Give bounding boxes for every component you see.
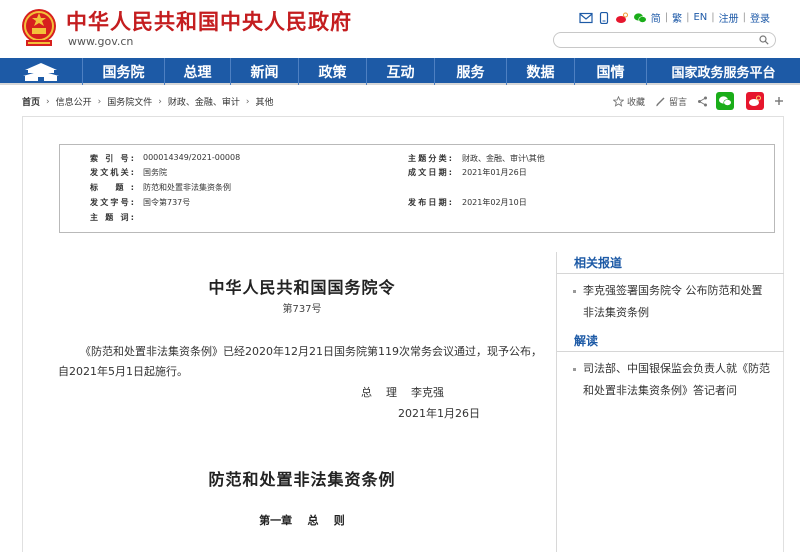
breadcrumb-home[interactable]: 首页 xyxy=(22,95,40,108)
created-date-value: 2021年01月26日 xyxy=(462,168,527,177)
national-emblem-icon[interactable] xyxy=(20,6,58,48)
doc-no-value: 国令第737号 xyxy=(143,198,191,207)
mail-icon[interactable] xyxy=(579,12,593,24)
info-row: 标 题: 防范和处置非法集资条例 xyxy=(60,182,774,196)
share-wechat-button[interactable] xyxy=(716,92,734,110)
related-reports-list: 李克强签署国务院令 公布防范和处置非法集资条例 xyxy=(557,274,784,330)
weibo-icon xyxy=(749,95,761,106)
divider: | xyxy=(711,12,715,23)
created-date-label: 成文日期: xyxy=(408,168,452,177)
top-links: 简 | 繁 | EN | 注册 | 登录 xyxy=(579,10,770,25)
mobile-icon[interactable] xyxy=(597,11,611,24)
info-row: 索 引 号: 000014349/2021-00008 主题分类: 财政、金融、… xyxy=(60,153,774,167)
interpretation-link[interactable]: 司法部、中国银保监会负责人就《防范和处置非法集资条例》答记者问 xyxy=(571,358,772,402)
lang-simplified-link[interactable]: 简 xyxy=(651,10,661,25)
comment-button[interactable]: 留言 xyxy=(655,95,687,108)
index-no-value: 000014349/2021-00008 xyxy=(143,153,241,162)
nav-item-state-council[interactable]: 国务院 xyxy=(82,58,164,85)
share-weibo-button[interactable] xyxy=(746,92,764,110)
nav-item-national-info[interactable]: 国情 xyxy=(574,58,646,85)
search-box xyxy=(553,32,776,53)
nav-item-interaction[interactable]: 互动 xyxy=(366,58,434,85)
collect-label: 收藏 xyxy=(626,97,645,108)
divider: | xyxy=(742,12,746,23)
breadcrumb: 首页 › 信息公开 › 国务院文件 › 财政、金融、审计 › 其他 xyxy=(22,95,274,109)
chevron-right-icon: › xyxy=(46,96,50,107)
category-label: 主题分类: xyxy=(408,154,452,163)
article-paragraph: 《防范和处置非法集资条例》已经2020年12月21日国务院第119次常务会议通过… xyxy=(58,345,542,378)
keywords-label: 主 题 词: xyxy=(90,213,134,222)
sidebar: 相关报道 李克强签署国务院令 公布防范和处置非法集资条例 解读 司法部、中国银保… xyxy=(557,252,784,408)
published-date-value: 2021年02月10日 xyxy=(462,198,527,207)
site-domain[interactable]: www.gov.cn xyxy=(68,35,133,48)
title-label: 标 题: xyxy=(90,183,134,192)
interpretation-heading: 解读 xyxy=(557,330,784,352)
plus-icon xyxy=(775,97,783,105)
breadcrumb-other[interactable]: 其他 xyxy=(256,95,274,108)
register-link[interactable]: 注册 xyxy=(719,10,739,25)
share-bar: 收藏 留言 xyxy=(603,92,784,110)
document-info-table: 索 引 号: 000014349/2021-00008 主题分类: 财政、金融、… xyxy=(59,144,775,233)
star-icon xyxy=(612,95,624,107)
nav-item-premier[interactable]: 总理 xyxy=(164,58,230,85)
tiananmen-icon xyxy=(23,62,59,81)
site-header: 中华人民共和国中央人民政府 www.gov.cn 简 | 繁 | EN | 注册… xyxy=(0,0,800,58)
info-row: 发文字号: 国令第737号 发布日期: 2021年02月10日 xyxy=(60,197,774,211)
interpretation-list: 司法部、中国银保监会负责人就《防范和处置非法集资条例》答记者问 xyxy=(557,352,784,408)
weibo-icon[interactable] xyxy=(615,12,629,24)
site-title[interactable]: 中华人民共和国中央人民政府 xyxy=(66,6,352,36)
pencil-icon xyxy=(656,97,665,106)
doc-no-label: 发文字号: xyxy=(90,198,134,207)
share-icon xyxy=(698,96,707,106)
nav-item-policy[interactable]: 政策 xyxy=(298,58,366,85)
order-number: 第737号 xyxy=(282,304,322,315)
nav-item-service[interactable]: 服务 xyxy=(434,58,506,85)
wechat-icon[interactable] xyxy=(633,12,647,24)
more-share-button[interactable] xyxy=(774,96,784,106)
nav-home[interactable] xyxy=(0,58,82,85)
search-input[interactable] xyxy=(562,38,752,53)
issuer-label: 发文机关: xyxy=(90,168,134,177)
divider: | xyxy=(686,12,690,23)
info-row: 发文机关: 国务院 成文日期: 2021年01月26日 xyxy=(60,167,774,181)
index-no-label: 索 引 号: xyxy=(90,154,134,163)
nav-item-data[interactable]: 数据 xyxy=(506,58,574,85)
related-report-link[interactable]: 李克强签署国务院令 公布防范和处置非法集资条例 xyxy=(571,280,772,324)
share-button[interactable] xyxy=(697,96,708,107)
collect-button[interactable]: 收藏 xyxy=(612,95,645,108)
category-value: 财政、金融、审计\其他 xyxy=(462,154,545,163)
lang-english-link[interactable]: EN xyxy=(693,12,707,23)
law-title: 防范和处置非法集资条例 xyxy=(208,470,396,489)
breadcrumb-info-disclosure[interactable]: 信息公开 xyxy=(56,95,92,108)
published-date-label: 发布日期: xyxy=(408,198,452,207)
main-nav: 国务院 总理 新闻 政策 互动 服务 数据 国情 国家政务服务平台 xyxy=(0,58,800,85)
breadcrumb-finance[interactable]: 财政、金融、审计 xyxy=(168,95,240,108)
breadcrumb-state-council-docs[interactable]: 国务院文件 xyxy=(107,95,152,108)
chevron-right-icon: › xyxy=(158,96,162,107)
lang-traditional-link[interactable]: 繁 xyxy=(672,10,682,25)
login-link[interactable]: 登录 xyxy=(750,10,770,25)
divider: | xyxy=(664,12,669,23)
title-value: 防范和处置非法集资条例 xyxy=(143,183,231,192)
chevron-right-icon: › xyxy=(245,96,250,107)
sign-date: 2021年1月26日 xyxy=(398,407,480,420)
signer: 总 理 李克强 xyxy=(361,386,444,399)
comment-label: 留言 xyxy=(668,97,687,108)
nav-item-news[interactable]: 新闻 xyxy=(230,58,298,85)
chevron-right-icon: › xyxy=(97,96,102,107)
info-row: 主 题 词: xyxy=(60,212,774,226)
related-reports-heading: 相关报道 xyxy=(557,252,784,274)
nav-item-gov-service-platform[interactable]: 国家政务服务平台 xyxy=(646,58,800,85)
article-heading: 中华人民共和国国务院令 xyxy=(208,278,396,297)
chapter-title: 第一章 总 则 xyxy=(259,514,345,527)
issuer-value: 国务院 xyxy=(143,168,167,177)
wechat-icon xyxy=(719,96,732,106)
search-icon[interactable] xyxy=(759,35,769,45)
